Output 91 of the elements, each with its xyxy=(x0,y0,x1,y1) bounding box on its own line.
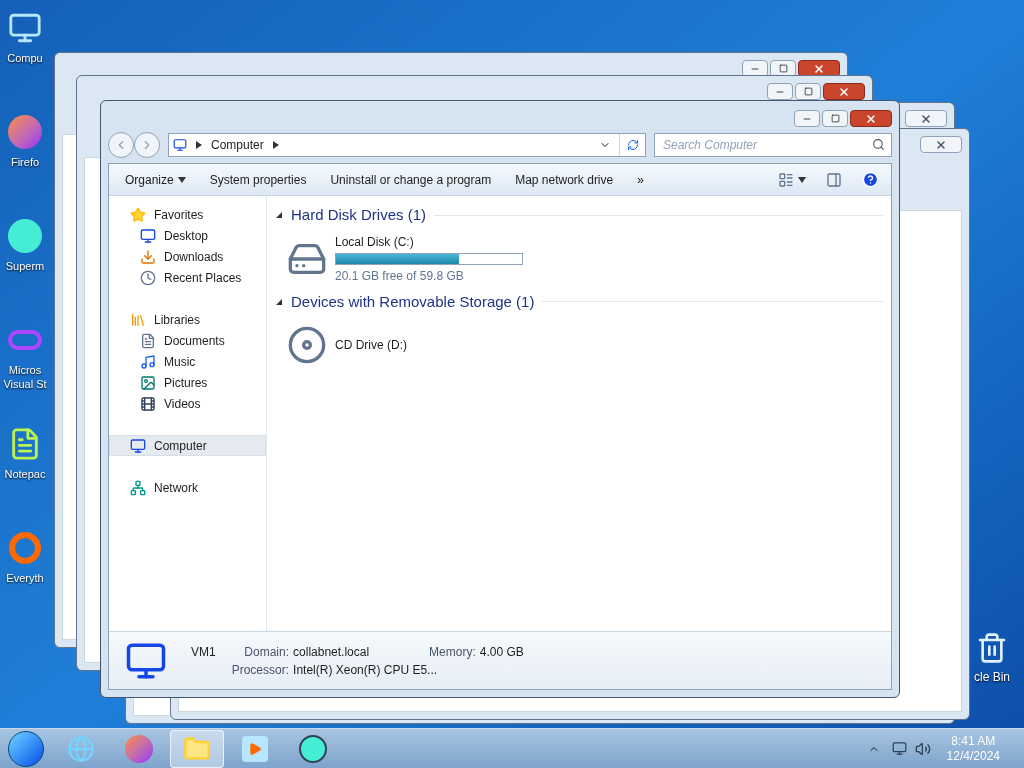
computer-icon xyxy=(130,437,146,454)
toolbar-button[interactable]: Uninstall or change a program xyxy=(322,167,500,192)
group-header[interactable]: Devices with Removable Storage (1) xyxy=(291,290,535,313)
sidebar-item[interactable]: Desktop xyxy=(109,225,266,246)
music-icon xyxy=(140,353,156,370)
drive-item[interactable]: CD Drive (D:) xyxy=(275,317,883,373)
field-label: Domain: xyxy=(243,643,290,661)
drive-name: CD Drive (D:) xyxy=(335,337,407,354)
maximize-icon xyxy=(830,114,840,123)
sidebar-item[interactable]: Music xyxy=(109,351,266,372)
cd-drive-icon xyxy=(287,325,327,365)
download-icon xyxy=(140,248,156,265)
firefox-icon xyxy=(125,734,153,763)
close-button[interactable] xyxy=(850,110,892,127)
group-header[interactable]: Hard Disk Drives (1) xyxy=(291,204,426,227)
star-icon xyxy=(130,206,146,223)
list-view-icon xyxy=(778,171,794,188)
close-icon xyxy=(838,85,850,98)
close-icon xyxy=(865,112,877,125)
document-icon xyxy=(140,332,156,349)
collapse-icon[interactable] xyxy=(275,211,283,220)
search-icon xyxy=(872,138,885,151)
sidebar-item[interactable]: Computer xyxy=(109,435,266,456)
computer-icon xyxy=(173,138,187,152)
desktop-icon xyxy=(140,227,156,244)
ring-icon xyxy=(9,532,41,564)
breadcrumb-arrow-icon[interactable] xyxy=(195,141,203,149)
minimize-button[interactable] xyxy=(794,110,820,127)
address-bar[interactable]: Computer xyxy=(168,133,646,157)
sidebar-item[interactable]: Pictures xyxy=(109,372,266,393)
field-label: Processor: xyxy=(231,661,290,679)
network-icon xyxy=(130,479,146,496)
drive-space: 20.1 GB free of 59.8 GB xyxy=(335,267,465,285)
network-status-icon[interactable] xyxy=(891,741,907,756)
desktop-icon-label[interactable]: Everyth xyxy=(0,572,50,586)
sidebar-item[interactable]: Videos xyxy=(109,393,266,414)
close-icon xyxy=(935,138,947,151)
picture-icon xyxy=(140,374,156,391)
breadcrumb-arrow-icon[interactable] xyxy=(271,141,280,149)
sidebar-item[interactable]: Downloads xyxy=(109,246,266,267)
desktop-icon-label[interactable]: Firefo xyxy=(0,156,50,170)
sidebar-item[interactable]: Recent Places xyxy=(109,267,266,288)
search-field[interactable]: Search Computer xyxy=(654,133,892,157)
computer-name: VM1 xyxy=(191,643,216,661)
close-button[interactable] xyxy=(823,83,865,100)
desktop-icon-label[interactable]: Micros Visual St xyxy=(0,364,50,392)
field-value: 4.00 GB xyxy=(479,643,524,661)
start-button[interactable] xyxy=(8,730,44,767)
toolbar-button[interactable]: System properties xyxy=(201,167,315,192)
help-icon xyxy=(862,171,879,188)
more-button[interactable]: » xyxy=(629,167,652,192)
sidebar-item[interactable]: Favorites xyxy=(109,204,266,225)
pane-icon xyxy=(826,171,842,188)
organize-menu[interactable]: Organize xyxy=(117,167,194,192)
forward-button[interactable] xyxy=(134,132,160,158)
desktop-icon-label[interactable]: Notepac xyxy=(0,468,50,482)
desktop-icon-label[interactable]: Superm xyxy=(0,260,50,274)
maximize-icon xyxy=(803,87,813,96)
sidebar-item[interactable]: Network xyxy=(109,477,266,498)
toolbar-button[interactable]: Map network drive xyxy=(507,167,622,192)
clock-icon xyxy=(140,269,156,286)
folder-icon xyxy=(183,734,211,763)
drive-item[interactable]: Local Disk (C:) 20.1 GB free of 59.8 GB xyxy=(275,230,883,287)
computer-icon xyxy=(8,11,42,45)
sidebar-item[interactable]: Libraries xyxy=(109,309,266,330)
field-label: Memory: xyxy=(429,643,476,661)
film-icon xyxy=(140,395,156,412)
caret-icon[interactable] xyxy=(798,175,806,184)
field-value: collabnet.local xyxy=(293,643,370,661)
desktop-icon-label[interactable]: Compu xyxy=(0,52,50,66)
play-icon xyxy=(248,741,262,756)
collapse-icon[interactable] xyxy=(275,297,283,306)
recycle-bin-icon xyxy=(976,632,1008,664)
desktop-icon-label[interactable]: cle Bin xyxy=(973,668,1010,686)
refresh-icon xyxy=(626,139,639,151)
field-value: Intel(R) Xeon(R) CPU E5... xyxy=(293,661,439,679)
breadcrumb[interactable]: Computer xyxy=(211,136,264,154)
maximize-button[interactable] xyxy=(822,110,848,127)
drive-name: Local Disk (C:) xyxy=(335,233,415,251)
minimize-button[interactable] xyxy=(767,83,793,100)
app-icon xyxy=(8,219,42,253)
sidebar-item[interactable]: Documents xyxy=(109,330,266,351)
app-icon xyxy=(299,734,327,763)
maximize-button[interactable] xyxy=(795,83,821,100)
back-button[interactable] xyxy=(108,132,134,158)
library-icon xyxy=(130,311,146,328)
firefox-icon xyxy=(8,115,42,149)
close-icon xyxy=(920,112,932,125)
maximize-icon xyxy=(778,64,788,73)
close-icon xyxy=(813,62,825,75)
globe-icon xyxy=(67,734,95,763)
